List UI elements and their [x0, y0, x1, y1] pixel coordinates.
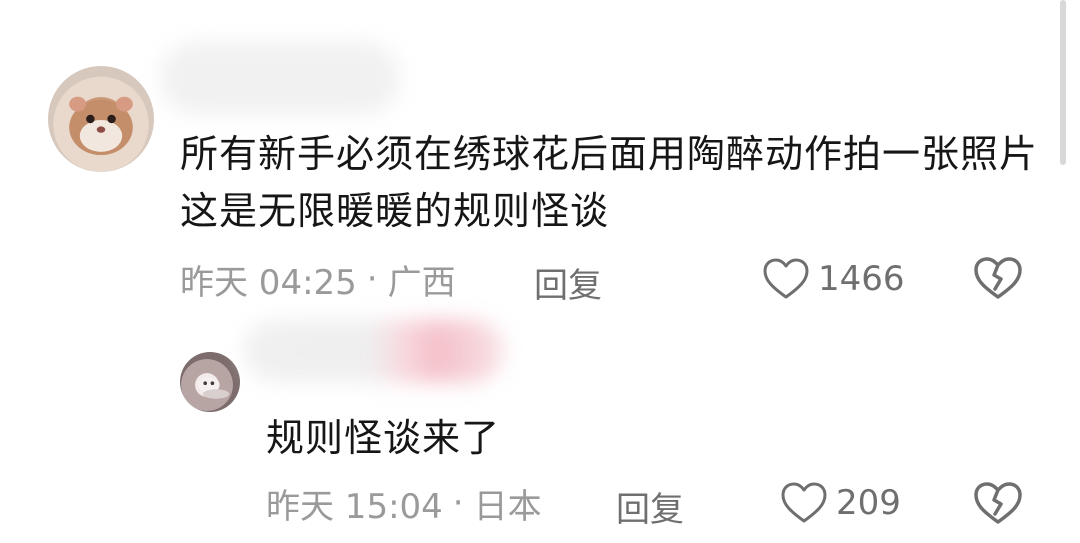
reply-to-reply-button[interactable]: 回复	[616, 482, 684, 531]
comment-time: 昨天 04:25	[180, 262, 357, 303]
reply-dislike-button[interactable]	[972, 480, 1024, 530]
like-count: 1466	[818, 259, 905, 299]
broken-heart-icon	[974, 257, 1022, 299]
heart-outline-icon	[781, 482, 827, 523]
blurred-username	[160, 42, 400, 114]
comment-text: 所有新手必须在绣球花后面用陶醉动作拍一张照片 这是无限暖暖的规则怪谈	[180, 132, 1039, 233]
scrollbar[interactable]	[1060, 0, 1066, 165]
reply-text: 规则怪谈来了	[266, 416, 501, 460]
like-button[interactable]: 1466	[762, 252, 905, 306]
heart-outline-icon	[763, 258, 809, 299]
reply-button[interactable]: 回复	[534, 258, 602, 307]
reply-like-button[interactable]: 209	[780, 476, 901, 530]
commenter-avatar[interactable]	[48, 66, 154, 172]
meta-separator: ·	[452, 483, 464, 523]
comment-meta: 昨天 04:25 · 广西	[180, 252, 456, 306]
comment-location: 广西	[387, 262, 456, 303]
reply-location: 日本	[473, 486, 542, 527]
reply-time: 昨天 15:04	[266, 486, 443, 527]
reply-commenter-avatar[interactable]	[180, 352, 240, 412]
reply-meta: 昨天 15:04 · 日本	[266, 476, 542, 530]
meta-separator: ·	[366, 259, 378, 299]
hamster-avatar-icon	[69, 96, 133, 156]
dislike-button[interactable]	[972, 255, 1024, 305]
reply-like-count: 209	[836, 483, 901, 523]
cat-avatar-icon	[198, 376, 230, 399]
broken-heart-icon	[974, 482, 1022, 524]
blurred-reply-username	[244, 320, 504, 382]
